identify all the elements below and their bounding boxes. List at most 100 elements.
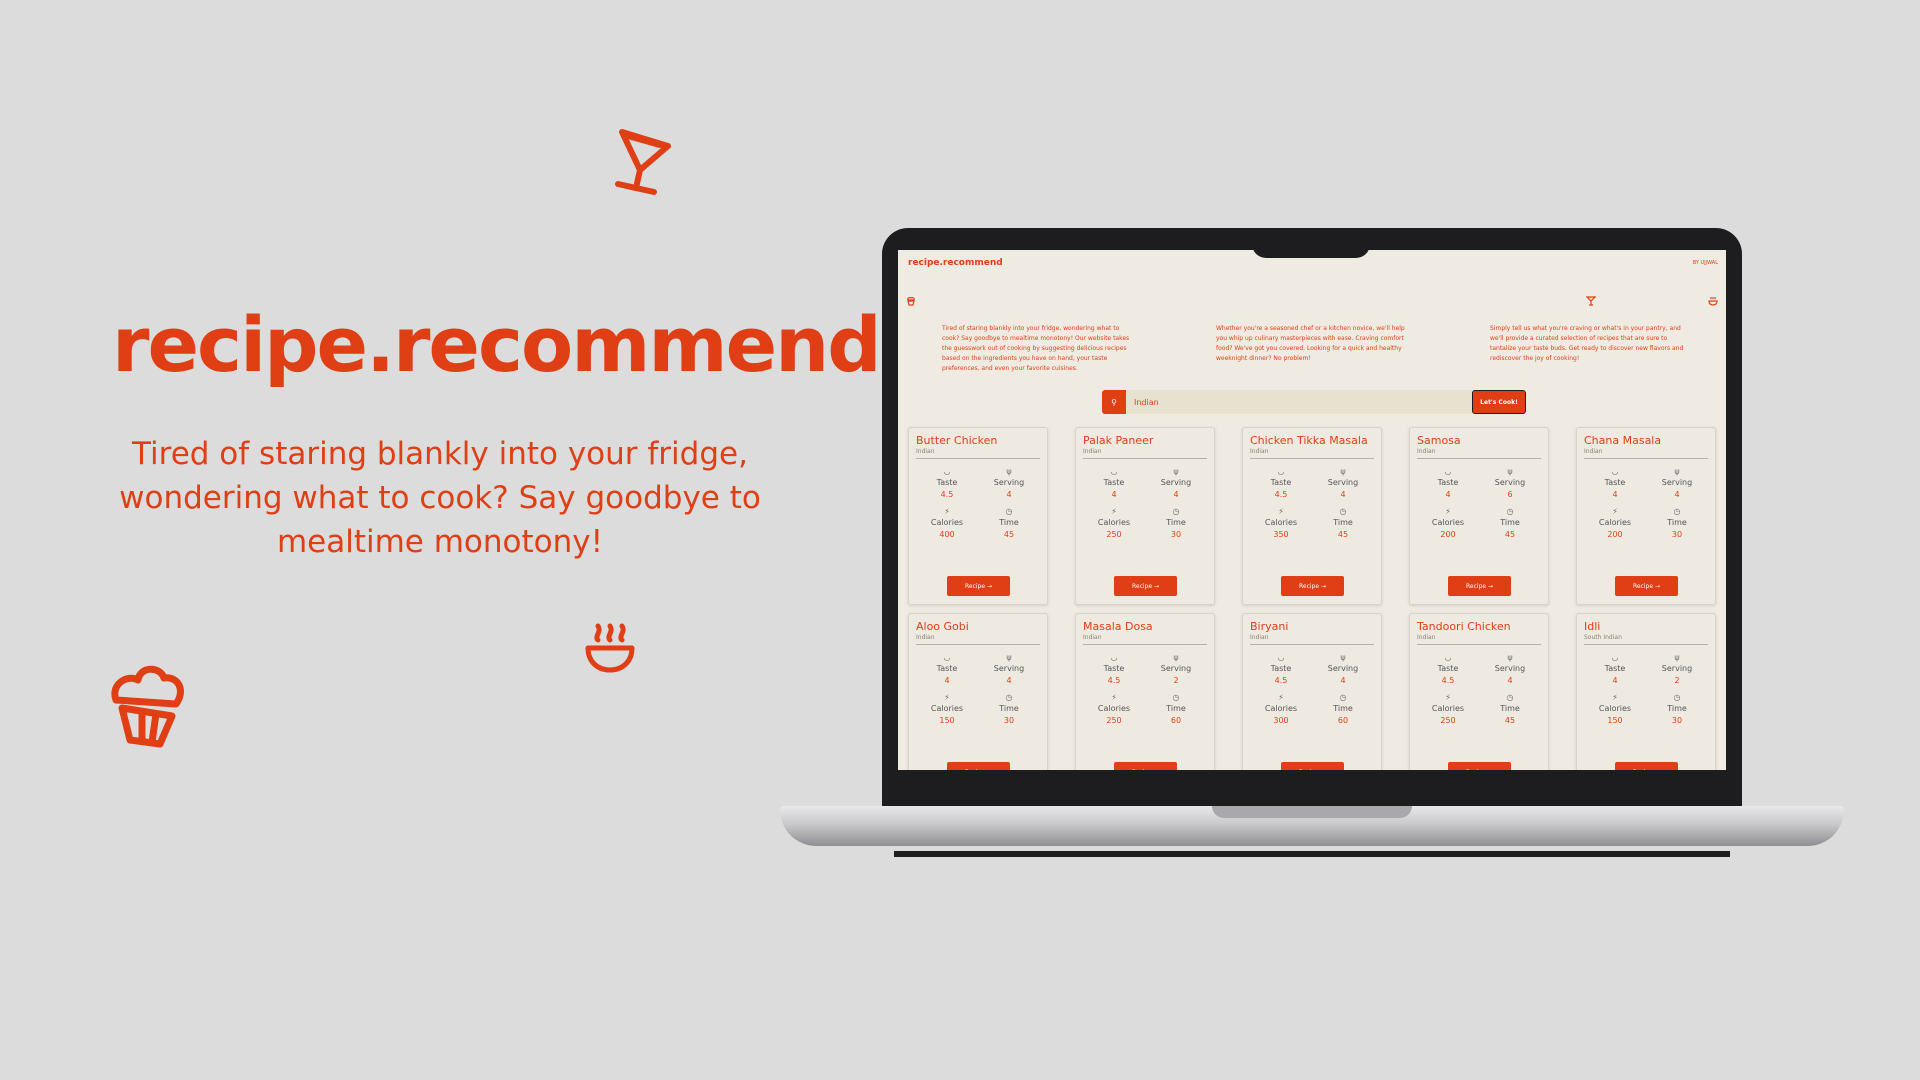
time-value: 60: [1337, 716, 1349, 725]
serving-label: Serving: [1494, 664, 1526, 673]
recipe-button[interactable]: Recipe →: [947, 576, 1010, 596]
recipe-name: Aloo Gobi: [916, 620, 969, 633]
time-stat: ◷ Time 45: [1479, 692, 1541, 726]
serving-stat: ψ Serving 4: [978, 466, 1040, 500]
serving-value: 4: [1006, 676, 1012, 685]
taste-label: Taste: [1103, 478, 1125, 487]
calories-label: Calories: [1598, 518, 1632, 527]
calories-stat: ⚡ Calories 250: [1083, 692, 1145, 726]
serving-stat: ψ Serving 4: [1312, 466, 1374, 500]
recipe-button[interactable]: Recipe →: [1448, 762, 1511, 770]
serving-value: 6: [1507, 490, 1513, 499]
time-stat: ◷ Time 30: [1646, 506, 1708, 540]
recipe-button[interactable]: Recipe →: [1615, 576, 1678, 596]
app-brand[interactable]: recipe.recommend: [908, 258, 1003, 268]
fork-knife-icon: ψ: [1173, 467, 1179, 476]
recipe-card: Palak Paneer Indian ◡ Taste 4 ψ Serving …: [1075, 427, 1215, 605]
calories-label: Calories: [1431, 518, 1465, 527]
recipe-cuisine: Indian: [1417, 634, 1541, 645]
clock-icon: ◷: [1506, 507, 1514, 516]
calories-value: 300: [1273, 716, 1289, 725]
recipe-name: Chana Masala: [1584, 434, 1662, 447]
laptop-shadow: [894, 851, 1730, 857]
recipe-button[interactable]: Recipe →: [1281, 762, 1344, 770]
calories-stat: ⚡ Calories 200: [1417, 506, 1479, 540]
time-value: 30: [1170, 530, 1182, 539]
recipe-button[interactable]: Recipe →: [1615, 762, 1678, 770]
serving-value: 2: [1674, 676, 1680, 685]
recipe-cuisine: Indian: [916, 634, 1040, 645]
time-label: Time: [1166, 704, 1186, 713]
recipe-button[interactable]: Recipe →: [947, 762, 1010, 770]
clock-icon: ◷: [1172, 693, 1180, 702]
search-icon[interactable]: ⚲: [1102, 390, 1126, 414]
bowl-icon: ◡: [1611, 467, 1619, 476]
time-value: 30: [1671, 530, 1683, 539]
serving-label: Serving: [1160, 478, 1192, 487]
taste-value: 4: [1445, 490, 1451, 499]
serving-label: Serving: [993, 664, 1025, 673]
recipe-button[interactable]: Recipe →: [1114, 762, 1177, 770]
clock-icon: ◷: [1339, 507, 1347, 516]
time-stat: ◷ Time 45: [1312, 506, 1374, 540]
serving-label: Serving: [1661, 664, 1693, 673]
laptop-notch: [1252, 228, 1370, 258]
taste-label: Taste: [1437, 478, 1459, 487]
search-input[interactable]: Indian: [1126, 390, 1472, 414]
recipe-cuisine: Indian: [1083, 448, 1207, 459]
recipe-name: Palak Paneer: [1083, 434, 1154, 447]
laptop-mockup: recipe.recommend BY UJJWAL Tired of star…: [882, 228, 1742, 810]
recipe-button[interactable]: Recipe →: [1281, 576, 1344, 596]
serving-stat: ψ Serving 2: [1646, 652, 1708, 686]
bowl-icon: ◡: [1444, 653, 1452, 662]
calories-stat: ⚡ Calories 200: [1584, 506, 1646, 540]
fork-knife-icon: ψ: [1340, 653, 1346, 662]
bowl-icon: ◡: [943, 653, 951, 662]
calories-stat: ⚡ Calories 300: [1250, 692, 1312, 726]
recipe-cuisine: Indian: [1250, 448, 1374, 459]
recipe-cuisine: Indian: [1250, 634, 1374, 645]
taste-value: 4: [1111, 490, 1117, 499]
taste-value: 4: [1612, 490, 1618, 499]
recipe-cuisine: Indian: [1584, 448, 1708, 459]
running-icon: ⚡: [1278, 507, 1284, 516]
recipe-card: Idli South Indian ◡ Taste 4 ψ Serving 2 …: [1576, 613, 1716, 770]
time-label: Time: [999, 518, 1019, 527]
calories-stat: ⚡ Calories 150: [1584, 692, 1646, 726]
serving-label: Serving: [1160, 664, 1192, 673]
taste-value: 4.5: [1441, 676, 1455, 685]
taste-label: Taste: [1604, 478, 1626, 487]
recipe-card: Aloo Gobi Indian ◡ Taste 4 ψ Serving 4 ⚡…: [908, 613, 1048, 770]
fork-knife-icon: ψ: [1006, 653, 1012, 662]
calories-value: 150: [939, 716, 955, 725]
hero-title: recipe.recommend: [112, 300, 882, 389]
recipe-name: Butter Chicken: [916, 434, 998, 447]
calories-label: Calories: [930, 518, 964, 527]
search-bar: ⚲ Indian Let's Cook!: [1102, 390, 1526, 414]
taste-label: Taste: [1604, 664, 1626, 673]
time-stat: ◷ Time 60: [1312, 692, 1374, 726]
time-label: Time: [1667, 518, 1687, 527]
time-value: 45: [1504, 716, 1516, 725]
running-icon: ⚡: [1445, 693, 1451, 702]
recipe-name: Idli: [1584, 620, 1601, 633]
recipe-button[interactable]: Recipe →: [1114, 576, 1177, 596]
bowl-icon: ◡: [1277, 467, 1285, 476]
serving-stat: ψ Serving 4: [978, 652, 1040, 686]
time-stat: ◷ Time 30: [1145, 506, 1207, 540]
recipe-card: Chana Masala Indian ◡ Taste 4 ψ Serving …: [1576, 427, 1716, 605]
recipe-name: Biryani: [1250, 620, 1289, 633]
time-label: Time: [1333, 704, 1353, 713]
calories-value: 200: [1440, 530, 1456, 539]
recipe-button[interactable]: Recipe →: [1448, 576, 1511, 596]
serving-value: 2: [1173, 676, 1179, 685]
taste-label: Taste: [1270, 664, 1292, 673]
cupcake-icon: [106, 660, 188, 750]
calories-stat: ⚡ Calories 250: [1417, 692, 1479, 726]
steaming-bowl-icon: [1708, 296, 1718, 306]
time-value: 45: [1504, 530, 1516, 539]
lets-cook-button[interactable]: Let's Cook!: [1472, 390, 1526, 414]
serving-label: Serving: [1327, 478, 1359, 487]
intro-paragraph: Simply tell us what you're craving or wh…: [1490, 325, 1684, 362]
clock-icon: ◷: [1339, 693, 1347, 702]
